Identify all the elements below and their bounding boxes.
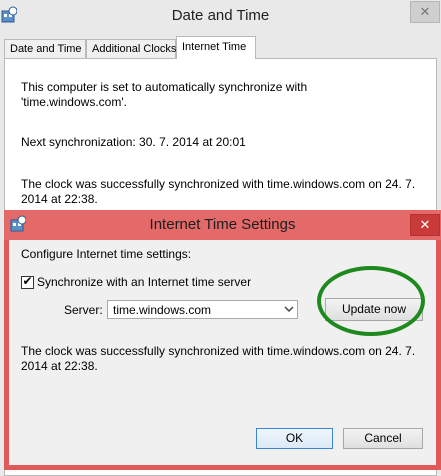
sync-info-line1: This computer is set to automatically sy… <box>21 80 308 94</box>
dialog-title: Internet Time Settings <box>149 216 296 233</box>
server-label: Server: <box>64 303 103 317</box>
window-title: Date and Time <box>171 7 270 24</box>
dialog-titlebar: Internet Time Settings ✕ <box>4 210 441 240</box>
status-line2: 2014 at 22:38. <box>21 359 98 373</box>
sync-info-line2: 'time.windows.com'. <box>21 95 127 109</box>
close-icon[interactable]: ✕ <box>410 1 440 23</box>
ok-button[interactable]: OK <box>256 428 333 449</box>
server-select[interactable]: time.windows.com <box>107 300 298 319</box>
last-sync-line2: 2014 at 22:38. <box>21 192 98 206</box>
close-icon[interactable]: ✕ <box>410 214 440 236</box>
sync-checkbox[interactable]: ✔ <box>21 274 34 289</box>
configure-label: Configure Internet time settings: <box>21 247 192 261</box>
sync-checkbox-label[interactable]: Synchronize with an Internet time server <box>37 275 251 290</box>
last-sync-line1: The clock was successfully synchronized … <box>21 177 416 191</box>
tab-date-and-time[interactable]: Date and Time <box>4 39 86 58</box>
cancel-button[interactable]: Cancel <box>343 428 423 449</box>
status-line1: The clock was successfully synchronized … <box>21 344 416 358</box>
server-value: time.windows.com <box>113 303 212 317</box>
next-sync-text: Next synchronization: 30. 7. 2014 at 20:… <box>21 135 246 149</box>
outer-titlebar: Date and Time ✕ <box>0 0 441 32</box>
tab-additional-clocks[interactable]: Additional Clocks <box>86 39 176 58</box>
update-now-button[interactable]: Update now <box>325 298 423 321</box>
internet-time-settings-dialog: Internet Time Settings ✕ Configure Inter… <box>4 210 441 470</box>
tab-internet-time[interactable]: Internet Time <box>176 36 256 59</box>
chevron-down-icon <box>284 306 294 313</box>
check-icon: ✔ <box>22 274 33 288</box>
dialog-body: Configure Internet time settings: ✔ Sync… <box>9 240 436 465</box>
